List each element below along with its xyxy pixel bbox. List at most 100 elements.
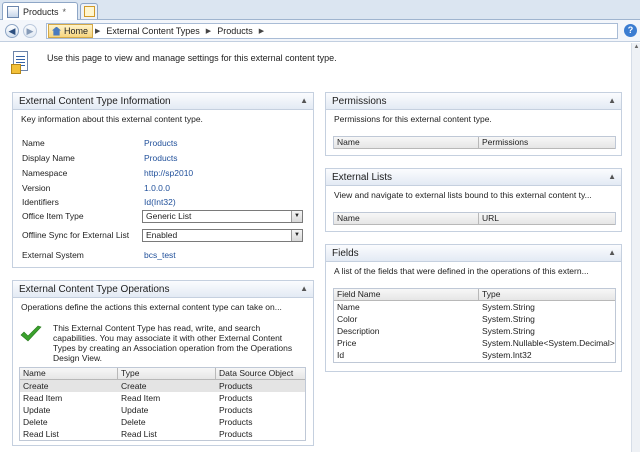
table-row[interactable]: Update Update Products	[20, 404, 305, 416]
column-header-type[interactable]: Type	[479, 289, 615, 300]
tab-label: Products	[23, 6, 59, 17]
external-lists-table: Name URL	[333, 212, 616, 225]
table-row[interactable]: Create Create Products	[20, 380, 305, 392]
operation-type: Read Item	[121, 393, 161, 403]
fields-table-header: Field Name Type	[334, 289, 615, 301]
tab-products[interactable]: Products *	[2, 2, 78, 20]
table-row[interactable]: Name System.String	[334, 301, 615, 313]
offline-sync-select[interactable]: Enabled ▼	[142, 229, 303, 242]
name-label: Name	[22, 138, 45, 148]
display-name-label: Display Name	[22, 153, 75, 163]
field-name: Color	[337, 314, 358, 324]
fields-panel-description: A list of the fields that were defined i…	[334, 266, 589, 276]
permissions-table: Name Permissions	[333, 136, 616, 149]
offline-sync-label: Offline Sync for External List	[22, 230, 130, 240]
page-intro-text: Use this page to view and manage setting…	[47, 53, 337, 63]
column-header-field-name[interactable]: Field Name	[334, 289, 479, 300]
operation-type: Create	[121, 381, 147, 391]
permissions-panel-header[interactable]: Permissions ▲	[326, 93, 621, 110]
field-type: System.String	[482, 302, 535, 312]
fields-panel-title: Fields	[332, 247, 359, 259]
name-value-link[interactable]: Products	[144, 138, 178, 148]
table-row[interactable]: Read Item Read Item Products	[20, 392, 305, 404]
checkmark-icon	[20, 325, 42, 342]
chevron-up-icon[interactable]: ▲	[300, 284, 308, 293]
home-icon	[52, 26, 61, 36]
breadcrumb-separator-icon[interactable]: ▶	[204, 27, 213, 35]
external-system-link[interactable]: bcs_test	[144, 250, 176, 260]
breadcrumb-item-products[interactable]: Products	[213, 26, 257, 36]
operations-panel-title: External Content Type Operations	[19, 283, 170, 295]
settings-page-icon	[11, 51, 28, 74]
breadcrumb: Home ▶ External Content Types ▶ Products…	[46, 23, 618, 39]
tab-modified-indicator: *	[62, 6, 67, 17]
permissions-panel-description: Permissions for this external content ty…	[334, 114, 492, 124]
operations-table: Name Type Data Source Object Create Crea…	[19, 367, 306, 441]
chevron-up-icon[interactable]: ▲	[300, 96, 308, 105]
external-lists-table-header: Name URL	[334, 213, 615, 225]
column-header-permissions[interactable]: Permissions	[479, 137, 615, 148]
identifiers-value-link[interactable]: Id(Int32)	[144, 197, 176, 207]
offline-sync-value: Enabled	[146, 230, 178, 240]
operation-name: Delete	[23, 417, 48, 427]
info-panel-title: External Content Type Information	[19, 95, 171, 107]
column-header-url[interactable]: URL	[479, 213, 615, 224]
chevron-up-icon[interactable]: ▲	[608, 248, 616, 257]
chevron-down-icon[interactable]: ▼	[291, 230, 302, 241]
field-type: System.Int32	[482, 350, 532, 360]
column-header-name[interactable]: Name	[334, 213, 479, 224]
navigation-bar: ◀ ▶ Home ▶ External Content Types ▶ Prod…	[0, 20, 640, 42]
permissions-table-header: Name Permissions	[334, 137, 615, 149]
breadcrumb-home[interactable]: Home	[48, 24, 94, 38]
operations-panel-header[interactable]: External Content Type Operations ▲	[13, 281, 313, 298]
back-arrow-icon[interactable]: ◀	[5, 24, 19, 38]
field-type: System.String	[482, 314, 535, 324]
table-row[interactable]: Id System.Int32	[334, 349, 615, 361]
chevron-up-icon[interactable]: ▲	[608, 96, 616, 105]
forward-arrow-icon[interactable]: ▶	[23, 24, 37, 38]
operations-table-header: Name Type Data Source Object	[20, 368, 305, 380]
fields-table: Field Name Type Name System.String Color…	[333, 288, 616, 363]
display-name-value-link[interactable]: Products	[144, 153, 178, 163]
column-header-name[interactable]: Name	[334, 137, 479, 148]
breadcrumb-item-external-content-types[interactable]: External Content Types	[102, 26, 203, 36]
operation-name: Read List	[23, 429, 59, 439]
external-lists-panel-header[interactable]: External Lists ▲	[326, 169, 621, 186]
info-panel-header[interactable]: External Content Type Information ▲	[13, 93, 313, 110]
chevron-down-icon[interactable]: ▼	[291, 211, 302, 222]
external-system-label: External System	[22, 250, 84, 260]
external-content-type-icon	[7, 5, 19, 18]
version-value-link[interactable]: 1.0.0.0	[144, 183, 170, 193]
table-row[interactable]: Delete Delete Products	[20, 416, 305, 428]
table-row[interactable]: Read List Read List Products	[20, 428, 305, 440]
field-name: Description	[337, 326, 380, 336]
chevron-up-icon[interactable]: ▲	[608, 172, 616, 181]
operations-capabilities-message: This External Content Type has read, wri…	[53, 323, 293, 363]
new-tab-icon	[84, 6, 95, 17]
scroll-up-icon[interactable]: ▲	[633, 44, 640, 52]
field-name: Name	[337, 302, 360, 312]
operations-panel-description: Operations define the actions this exter…	[21, 302, 282, 312]
breadcrumb-separator-icon[interactable]: ▶	[93, 27, 102, 35]
fields-panel-header[interactable]: Fields ▲	[326, 245, 621, 262]
tab-new[interactable]	[80, 3, 98, 19]
column-header-data-source-object[interactable]: Data Source Object	[216, 368, 305, 379]
column-header-type[interactable]: Type	[118, 368, 216, 379]
operation-name: Update	[23, 405, 51, 415]
identifiers-label: Identifiers	[22, 197, 59, 207]
external-lists-panel-description: View and navigate to external lists boun…	[334, 190, 592, 200]
namespace-value-link[interactable]: http://sp2010	[144, 168, 193, 178]
office-item-type-value: Generic List	[146, 211, 192, 221]
help-icon[interactable]: ?	[624, 24, 637, 37]
permissions-panel-title: Permissions	[332, 95, 387, 107]
vertical-scrollbar[interactable]: ▲	[631, 43, 640, 452]
table-row[interactable]: Color System.String	[334, 313, 615, 325]
table-row[interactable]: Description System.String	[334, 325, 615, 337]
operation-data-source: Products	[219, 429, 253, 439]
office-item-type-select[interactable]: Generic List ▼	[142, 210, 303, 223]
breadcrumb-separator-icon[interactable]: ▶	[257, 27, 266, 35]
operation-name: Create	[23, 381, 49, 391]
office-item-type-label: Office Item Type	[22, 211, 84, 221]
table-row[interactable]: Price System.Nullable<System.Decimal>	[334, 337, 615, 349]
column-header-name[interactable]: Name	[20, 368, 118, 379]
